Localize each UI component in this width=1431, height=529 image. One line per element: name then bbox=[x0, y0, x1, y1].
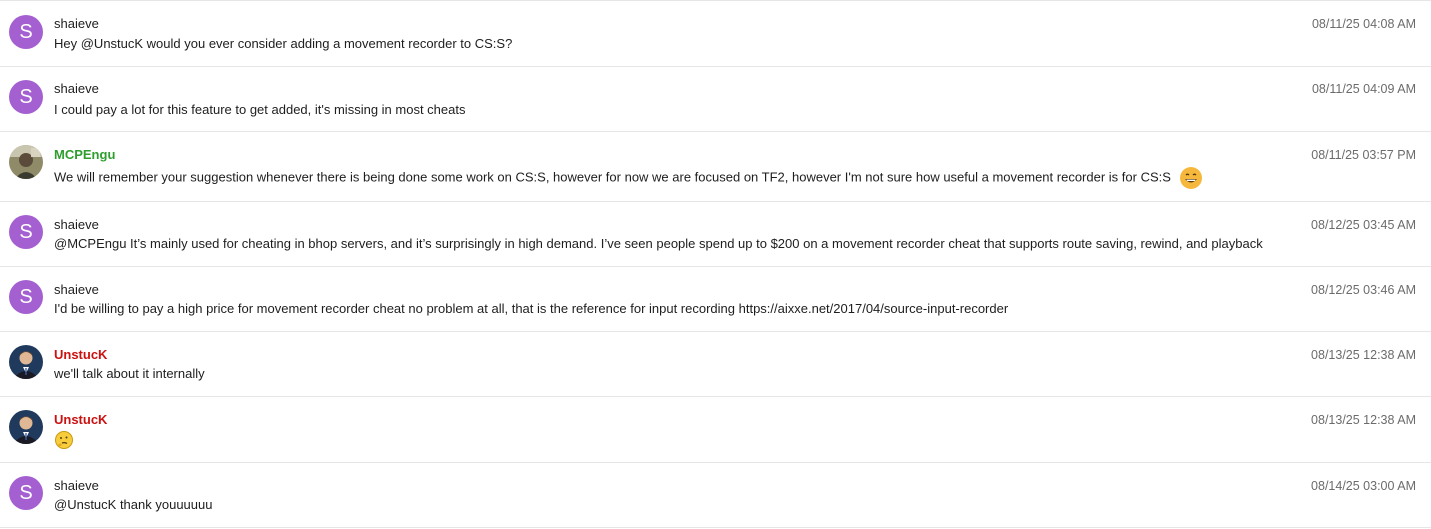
avatar[interactable]: S bbox=[9, 476, 43, 510]
timestamp: 08/13/25 12:38 AM bbox=[1311, 348, 1416, 362]
avatar-image bbox=[9, 410, 43, 444]
avatar-image bbox=[9, 145, 43, 179]
message-text: @MCPEngu It’s mainly used for cheating i… bbox=[54, 236, 1263, 251]
chat-message: S shaieve 08/12/25 03:46 AM I'd be willi… bbox=[0, 267, 1431, 332]
chat-message: S shaieve 08/11/25 04:08 AM Hey @UnstucK… bbox=[0, 1, 1431, 67]
chat-log: S shaieve 08/11/25 04:08 AM Hey @UnstucK… bbox=[0, 0, 1431, 529]
timestamp: 08/11/25 04:09 AM bbox=[1311, 82, 1416, 96]
message-text-content: We will remember your suggestion wheneve… bbox=[54, 169, 1171, 185]
author-name[interactable]: shaieve bbox=[54, 16, 99, 32]
timestamp: 08/11/25 03:57 PM bbox=[1311, 148, 1416, 162]
avatar[interactable]: S bbox=[9, 15, 43, 49]
thinking-face-emoji bbox=[54, 430, 74, 450]
message-text bbox=[54, 430, 74, 450]
author-name[interactable]: shaieve bbox=[54, 282, 99, 298]
author-name[interactable]: UnstucK bbox=[54, 347, 107, 363]
avatar[interactable]: S bbox=[9, 280, 43, 314]
message-text: I'd be willing to pay a high price for m… bbox=[54, 301, 1009, 316]
avatar[interactable]: S bbox=[9, 80, 43, 114]
author-name[interactable]: UnstucK bbox=[54, 412, 107, 428]
avatar[interactable]: S bbox=[9, 215, 43, 249]
timestamp: 08/12/25 03:46 AM bbox=[1311, 283, 1416, 297]
grinning-sweat-emoji bbox=[1179, 166, 1203, 190]
chat-message: UnstucK 08/13/25 12:38 AM we'll talk abo… bbox=[0, 332, 1431, 397]
author-name[interactable]: shaieve bbox=[54, 217, 99, 233]
message-text: we'll talk about it internally bbox=[54, 366, 205, 381]
chat-message: S shaieve 08/12/25 03:45 AM @MCPEngu It’… bbox=[0, 202, 1431, 267]
author-name[interactable]: MCPEngu bbox=[54, 147, 115, 163]
chat-message: MCPEngu 08/11/25 03:57 PM We will rememb… bbox=[0, 132, 1431, 202]
message-text: We will remember your suggestion wheneve… bbox=[54, 166, 1203, 190]
timestamp: 08/11/25 04:08 AM bbox=[1311, 17, 1416, 31]
avatar[interactable] bbox=[9, 410, 43, 444]
chat-message: UnstucK 08/13/25 12:38 AM bbox=[0, 397, 1431, 463]
author-name[interactable]: shaieve bbox=[54, 478, 99, 494]
message-text: Hey @UnstucK would you ever consider add… bbox=[54, 36, 513, 51]
avatar-image bbox=[9, 345, 43, 379]
timestamp: 08/14/25 03:00 AM bbox=[1311, 479, 1416, 493]
timestamp: 08/13/25 12:38 AM bbox=[1311, 413, 1416, 427]
message-text: I could pay a lot for this feature to ge… bbox=[54, 102, 466, 117]
avatar[interactable] bbox=[9, 345, 43, 379]
timestamp: 08/12/25 03:45 AM bbox=[1311, 218, 1416, 232]
chat-message: S shaieve 08/14/25 03:00 AM @UnstucK tha… bbox=[0, 463, 1431, 528]
chat-message: S shaieve 08/11/25 04:09 AM I could pay … bbox=[0, 67, 1431, 132]
avatar[interactable] bbox=[9, 145, 43, 179]
message-text: @UnstucK thank youuuuuu bbox=[54, 497, 213, 512]
author-name[interactable]: shaieve bbox=[54, 81, 99, 97]
